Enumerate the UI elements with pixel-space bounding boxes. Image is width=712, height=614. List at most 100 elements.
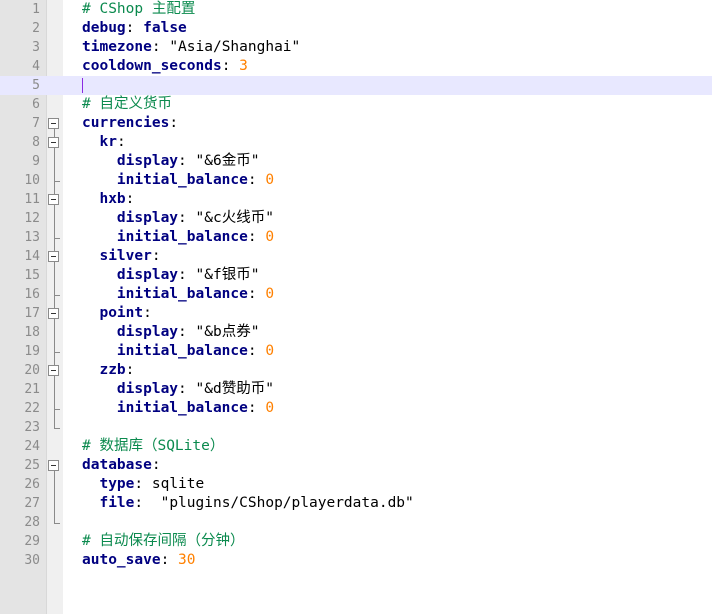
code-line[interactable]: 22 initial_balance: 0 (0, 399, 712, 418)
code-text: cooldown_seconds: 3 (82, 57, 248, 76)
line-number: 13 (24, 230, 40, 245)
code-line[interactable]: 11 hxb: (0, 190, 712, 209)
fold-range-line (54, 205, 55, 238)
line-number: 18 (24, 325, 40, 340)
token-comment: # CShop 主配置 (82, 1, 196, 17)
fold-toggle-minus-icon[interactable] (48, 251, 59, 262)
code-text: display: "&c火线币" (82, 209, 274, 228)
token-key: initial_balance (116, 400, 248, 416)
code-line[interactable]: 6 # 自定义货币 (0, 95, 712, 114)
token-bool: false (143, 20, 187, 36)
token-key: timezone (82, 39, 152, 55)
code-line[interactable]: 20 zzb: (0, 361, 712, 380)
line-number: 20 (24, 363, 40, 378)
token-punct: : (151, 457, 161, 473)
fold-range-line (54, 319, 55, 352)
code-text: initial_balance: 0 (82, 399, 274, 418)
line-number: 5 (32, 78, 40, 93)
fold-toggle-minus-icon[interactable] (48, 137, 59, 148)
code-line[interactable]: 13 initial_balance: 0 (0, 228, 712, 247)
code-text: silver: (82, 247, 161, 266)
fold-end-marker (54, 409, 60, 410)
token-string: "&b点券" (195, 324, 260, 340)
line-number: 25 (24, 458, 40, 473)
code-line[interactable]: 27 file: "plugins/CShop/playerdata.db" (0, 494, 712, 513)
fold-range-line (54, 471, 55, 523)
code-line[interactable]: 2 debug: false (0, 19, 712, 38)
fold-toggle-minus-icon[interactable] (48, 118, 59, 129)
code-line[interactable]: 5 (0, 76, 712, 95)
token-punct: : (178, 267, 196, 283)
line-number: 4 (32, 59, 40, 74)
token-key: debug (82, 20, 126, 36)
token-punct: : (151, 248, 161, 264)
code-line[interactable]: 28 (0, 513, 712, 532)
fold-toggle-minus-icon[interactable] (48, 365, 59, 376)
code-text: timezone: "Asia/Shanghai" (82, 38, 300, 57)
token-punct: : (178, 381, 196, 397)
token-key: display (116, 210, 179, 226)
code-line[interactable]: 10 initial_balance: 0 (0, 171, 712, 190)
code-line[interactable]: 24 # 数据库（SQLite） (0, 437, 712, 456)
line-number: 3 (32, 40, 40, 55)
code-line[interactable]: 9 display: "&6金币" (0, 152, 712, 171)
line-number: 10 (24, 173, 40, 188)
code-line[interactable]: 12 display: "&c火线币" (0, 209, 712, 228)
code-text: initial_balance: 0 (82, 342, 274, 361)
token-punct: : (247, 286, 266, 302)
fold-end-marker (54, 181, 60, 182)
code-line[interactable]: 7 currencies: (0, 114, 712, 133)
code-line[interactable]: 8 kr: (0, 133, 712, 152)
line-number: 30 (24, 553, 40, 568)
token-punct: : (169, 115, 179, 131)
code-line[interactable]: 17 point: (0, 304, 712, 323)
code-line[interactable]: 3 timezone: "Asia/Shanghai" (0, 38, 712, 57)
token-key: auto_save (82, 552, 161, 568)
token-punct: : (178, 210, 196, 226)
token-num: 0 (265, 343, 275, 359)
code-line[interactable]: 19 initial_balance: 0 (0, 342, 712, 361)
code-text: debug: false (82, 19, 187, 38)
token-string: "&d赞助币" (195, 381, 274, 397)
fold-toggle-minus-icon[interactable] (48, 308, 59, 319)
fold-toggle-minus-icon[interactable] (48, 194, 59, 205)
token-num: 0 (265, 286, 275, 302)
code-line[interactable]: 23 (0, 418, 712, 437)
token-num: 0 (265, 229, 275, 245)
code-line[interactable]: 26 type: sqlite (0, 475, 712, 494)
code-text: # 自定义货币 (82, 95, 172, 114)
token-punct: : (125, 20, 144, 36)
code-line[interactable]: 15 display: "&f银币" (0, 266, 712, 285)
token-comment: # 自定义货币 (82, 96, 172, 112)
token-key: silver (99, 248, 152, 264)
token-comment: # 数据库（SQLite） (82, 438, 225, 454)
token-punct: : (125, 191, 135, 207)
code-line[interactable]: 21 display: "&d赞助币" (0, 380, 712, 399)
code-text: auto_save: 30 (82, 551, 196, 570)
line-number: 2 (32, 21, 40, 36)
code-line[interactable]: 14 silver: (0, 247, 712, 266)
code-editor[interactable]: 1 # CShop 主配置 2 debug: false 3 timezone: "Asi… (0, 0, 712, 614)
token-key: database (82, 457, 152, 473)
line-number: 17 (24, 306, 40, 321)
fold-toggle-minus-icon[interactable] (48, 460, 59, 471)
code-line[interactable]: 25 database: (0, 456, 712, 475)
token-string: "&c火线币" (195, 210, 274, 226)
code-line[interactable]: 30 auto_save: 30 (0, 551, 712, 570)
code-text: hxb: (82, 190, 134, 209)
code-line[interactable]: 1 # CShop 主配置 (0, 0, 712, 19)
code-line[interactable]: 16 initial_balance: 0 (0, 285, 712, 304)
token-num: 30 (178, 552, 196, 568)
token-key: currencies (82, 115, 170, 131)
code-line[interactable]: 29 # 自动保存间隔（分钟） (0, 532, 712, 551)
code-line[interactable]: 4 cooldown_seconds: 3 (0, 57, 712, 76)
line-number: 26 (24, 477, 40, 492)
code-lines[interactable]: 1 # CShop 主配置 2 debug: false 3 timezone: "Asi… (0, 0, 712, 570)
code-line[interactable]: 18 display: "&b点券" (0, 323, 712, 342)
